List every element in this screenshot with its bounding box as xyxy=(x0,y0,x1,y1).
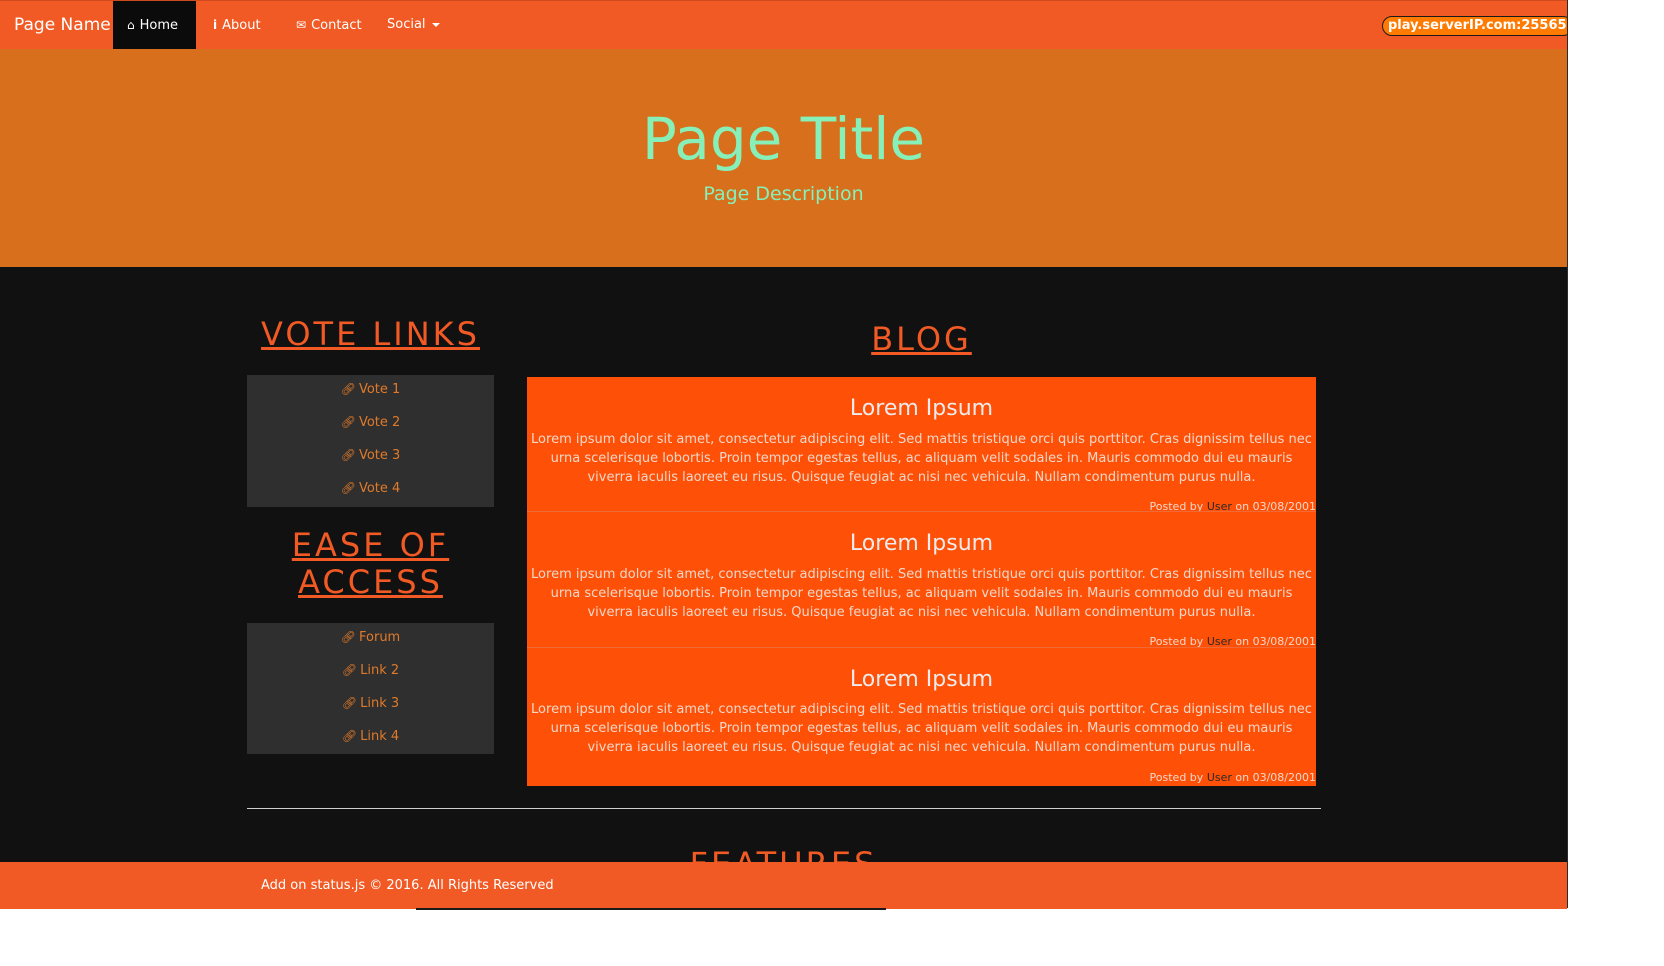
post-body: Lorem ipsum dolor sit amet, consectetur … xyxy=(531,567,1312,620)
ease-link-2-label: Link 2 xyxy=(360,663,400,678)
home-icon: ⌂ xyxy=(127,18,135,32)
nav-home[interactable]: ⌂ Home xyxy=(113,1,196,49)
vote-link-4-label: Vote 4 xyxy=(358,481,401,496)
footer-edge-shadow xyxy=(416,908,886,910)
post-meta-prefix: Posted by xyxy=(1149,771,1207,784)
blog-posts-container: Lorem Ipsum Lorem ipsum dolor sit amet, … xyxy=(527,377,1316,786)
nav-social-label: Social xyxy=(387,17,426,32)
ease-link-3-label: Link 3 xyxy=(360,696,400,711)
post-title: Lorem Ipsum xyxy=(849,396,994,421)
ease-link-3[interactable]: 🔗︎ Link 3 xyxy=(247,689,494,722)
post-title: Lorem Ipsum xyxy=(849,531,994,556)
ease-link-4-label: Link 4 xyxy=(360,729,400,744)
nav-about-label: About xyxy=(222,18,261,33)
link-icon: 🔗︎ xyxy=(340,448,356,462)
footer: Add on status.js © 2016. All Rights Rese… xyxy=(0,862,1567,909)
caret-down-icon xyxy=(431,22,440,27)
server-ip-badge[interactable]: play.serverIP.com:25565 xyxy=(1382,16,1567,36)
ease-heading-line1: EASE OF xyxy=(291,526,450,564)
link-icon: 🔗︎ xyxy=(341,663,358,677)
top-navbar: Page Name ⌂ Home i About ✉ Contact Social p… xyxy=(0,1,1567,49)
link-icon: 🔗︎ xyxy=(341,696,358,710)
footer-copyright: Add on status.js © 2016. All Rights Rese… xyxy=(261,878,554,893)
post-date: 03/08/2001 xyxy=(1252,771,1316,784)
ease-heading-line2: ACCESS xyxy=(298,563,443,601)
link-icon: 🔗︎ xyxy=(340,630,356,644)
nav-contact[interactable]: ✉ Contact xyxy=(296,1,362,49)
vote-link-4[interactable]: 🔗︎ Vote 4 xyxy=(247,474,494,507)
ease-of-access-heading: EASE OF ACCESS xyxy=(247,527,494,601)
brand-link[interactable]: Page Name xyxy=(14,1,111,49)
scrollbar-edge xyxy=(1567,0,1568,908)
blog-heading: BLOG xyxy=(871,320,972,358)
post-divider xyxy=(527,511,1316,512)
ease-link-forum-label: Forum xyxy=(359,630,401,645)
post-divider xyxy=(527,647,1316,648)
info-icon: i xyxy=(213,18,218,32)
nav-social-dropdown[interactable]: Social xyxy=(387,1,440,49)
ease-link-4[interactable]: 🔗︎ Link 4 xyxy=(247,722,494,755)
page-viewport: Page Name ⌂ Home i About ✉ Contact Social p… xyxy=(0,0,1567,909)
vote-link-3[interactable]: 🔗︎ Vote 3 xyxy=(247,441,494,474)
page-description: Page Description xyxy=(703,183,864,205)
link-icon: 🔗︎ xyxy=(340,481,356,495)
vote-links-heading: VOTE LINKS xyxy=(261,315,480,353)
nav-about[interactable]: i About xyxy=(213,1,261,49)
nav-contact-label: Contact xyxy=(311,18,362,33)
vote-links-panel: 🔗︎ Vote 1 🔗︎ Vote 2 🔗︎ Vote 3 🔗︎ Vote 4 xyxy=(247,375,494,507)
vote-link-1[interactable]: 🔗︎ Vote 1 xyxy=(247,375,494,408)
ease-link-forum[interactable]: 🔗︎ Forum xyxy=(247,623,494,656)
vote-link-3-label: Vote 3 xyxy=(358,448,401,463)
ease-links-panel: 🔗︎ Forum 🔗︎ Link 2 🔗︎ Link 3 🔗︎ Link 4 xyxy=(247,623,494,754)
post-author-link[interactable]: User xyxy=(1207,771,1232,784)
link-icon: 🔗︎ xyxy=(341,729,358,743)
post-body: Lorem ipsum dolor sit amet, consectetur … xyxy=(531,432,1312,485)
post-meta: Posted by User on 03/08/2001 xyxy=(1150,771,1316,784)
post-meta-on: on xyxy=(1231,771,1253,784)
link-icon: 🔗︎ xyxy=(340,415,356,429)
vote-link-2-label: Vote 2 xyxy=(358,415,401,430)
section-divider xyxy=(247,808,1321,809)
post-title: Lorem Ipsum xyxy=(849,667,994,692)
envelope-icon: ✉ xyxy=(296,18,307,32)
page-header: Page Title Page Description xyxy=(0,49,1567,267)
ease-link-2[interactable]: 🔗︎ Link 2 xyxy=(247,656,494,689)
page-title: Page Title xyxy=(641,105,926,173)
post-body: Lorem ipsum dolor sit amet, consectetur … xyxy=(531,702,1312,755)
vote-link-1-label: Vote 1 xyxy=(358,382,401,397)
nav-home-label: Home xyxy=(139,18,179,33)
link-icon: 🔗︎ xyxy=(340,382,356,396)
vote-link-2[interactable]: 🔗︎ Vote 2 xyxy=(247,408,494,441)
